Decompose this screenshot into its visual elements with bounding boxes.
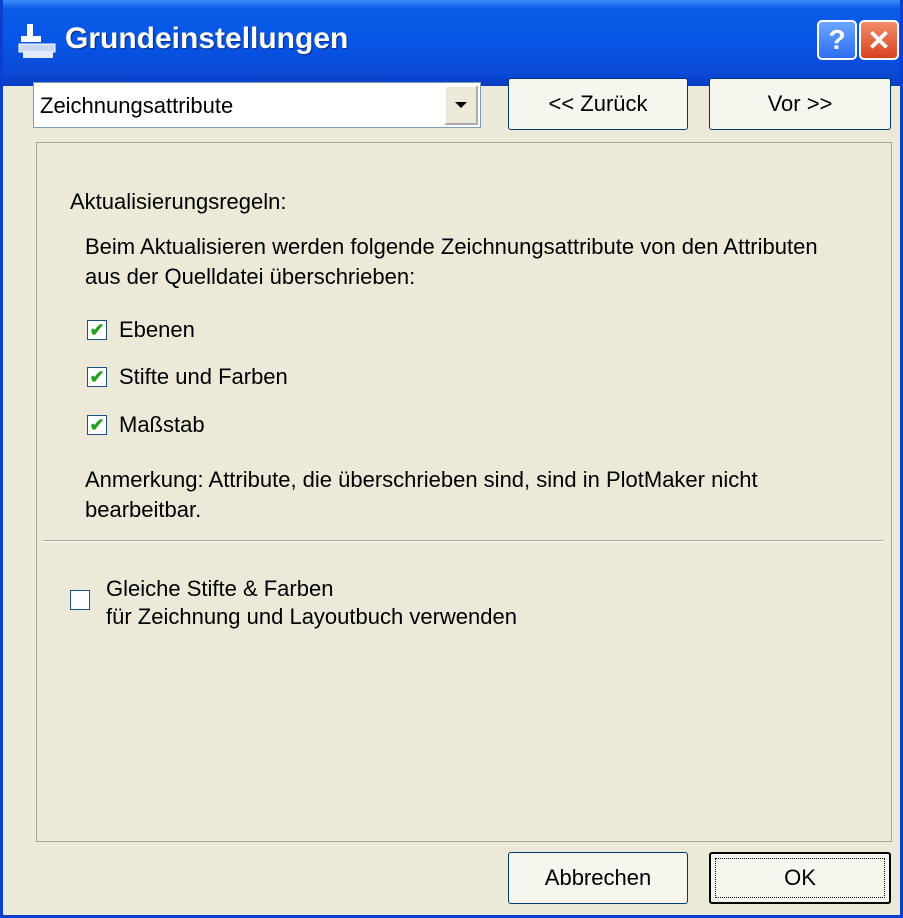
checkbox-box[interactable]: ✔ [87,415,107,435]
update-rules-description: Beim Aktualisieren werden folgende Zeich… [85,234,818,289]
dropdown-value: Zeichnungsattribute [40,93,234,118]
close-button[interactable]: ✕ [859,20,899,60]
checkbox-label: Maßstab [119,412,205,437]
next-button[interactable]: Vor >> [709,78,891,130]
back-button[interactable]: << Zurück [508,78,688,130]
same-pens-label-line1: Gleiche Stifte & Farben [106,576,334,601]
ok-button[interactable]: OK [709,852,891,904]
checkmark-icon: ✔ [89,320,105,340]
dropdown-arrow-button[interactable] [444,85,478,125]
checkmark-icon: ✔ [89,415,105,435]
checkbox-label: Stifte und Farben [119,364,288,389]
title-bar[interactable]: Grundeinstellungen ? ✕ [3,0,900,86]
help-button[interactable]: ? [817,20,857,60]
checkmark-icon: ✔ [89,367,105,387]
window-title: Grundeinstellungen [65,22,349,55]
checkbox-box[interactable]: ✔ [87,320,107,340]
checkbox-label: Ebenen [119,317,195,342]
checkbox-ebenen[interactable]: ✔ Ebenen [87,315,195,345]
separator [43,540,883,542]
update-rules-heading: Aktualisierungsregeln: [70,189,287,214]
category-dropdown[interactable]: Zeichnungsattribute [33,82,481,128]
checkbox-massstab[interactable]: ✔ Maßstab [87,410,205,440]
chevron-down-icon [455,102,467,108]
dialog-window: Grundeinstellungen ? ✕ Zeichnungsattribu… [0,0,903,918]
checkbox-stifte-und-farben[interactable]: ✔ Stifte und Farben [87,362,288,392]
note-text: Anmerkung: Attribute, die überschrieben … [85,467,758,522]
focus-rectangle [715,858,885,898]
same-pens-label-line2: für Zeichnung und Layoutbuch verwenden [106,604,517,629]
close-icon: ✕ [867,24,891,56]
help-icon: ? [828,24,846,55]
checkbox-box[interactable]: ✔ [87,367,107,387]
cancel-button[interactable]: Abbrechen [508,852,688,904]
same-pens-checkbox[interactable] [70,590,90,610]
plotter-icon [18,24,56,58]
same-pens-label[interactable]: Gleiche Stifte & Farben für Zeichnung un… [106,575,517,631]
